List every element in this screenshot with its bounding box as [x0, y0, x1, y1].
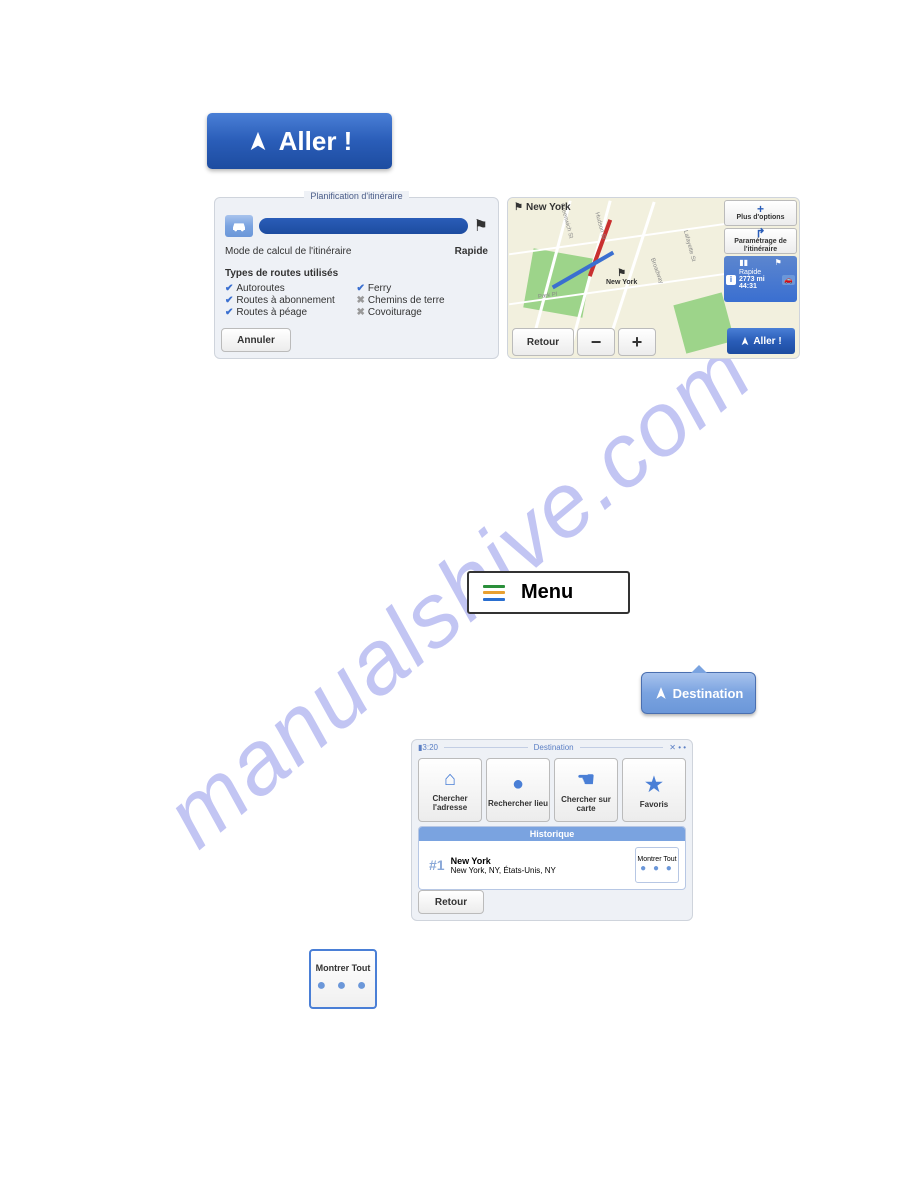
zoom-out-button[interactable]: −: [577, 328, 615, 356]
city-label: New York: [514, 202, 571, 213]
info-icon: i: [726, 275, 736, 285]
star-icon: ★: [645, 772, 663, 797]
history-box: Historique #1 New YorkNew York, NY, État…: [418, 826, 686, 890]
progress-bar: [259, 218, 468, 234]
traffic-icon: ▮▮: [739, 258, 748, 267]
destination-button[interactable]: Destination: [641, 672, 756, 714]
go-button-large[interactable]: Aller !: [207, 113, 392, 169]
zoom-in-button[interactable]: +: [618, 328, 656, 356]
menu-label: Menu: [521, 581, 573, 604]
hand-icon: ☚: [577, 767, 595, 792]
car-icon: 🚗: [782, 275, 795, 285]
search-address-tile[interactable]: ⌂Chercher l'adresse: [418, 758, 482, 822]
route-settings-button[interactable]: ↱Paramétrage de l'itinéraire: [724, 228, 797, 254]
disabled-icon: ✖: [357, 307, 365, 318]
dots-icon: ● ● ●: [317, 977, 370, 995]
history-rank: #1: [429, 857, 445, 873]
show-all-small-button[interactable]: Montrer Tout● ● ●: [635, 847, 679, 883]
check-icon: ✔: [357, 283, 365, 294]
show-all-button[interactable]: Montrer Tout ● ● ●: [309, 949, 377, 1009]
panel-title: Destination: [534, 743, 574, 752]
time-label: 3:20: [422, 743, 438, 752]
search-on-map-tile[interactable]: ☚Chercher sur carte: [554, 758, 618, 822]
navigation-arrow-icon: [740, 336, 750, 346]
destination-label: Destination: [673, 686, 744, 701]
check-icon: ✔: [225, 283, 233, 294]
road-types-col2: ✔Ferry ✖Chemins de terre ✖Covoiturage: [357, 282, 489, 319]
history-heading: Historique: [419, 827, 685, 841]
home-icon: ⌂: [444, 768, 456, 791]
mode-label: Mode de calcul de l'itinéraire: [225, 246, 351, 257]
check-icon: ✔: [225, 295, 233, 306]
pin-icon: ●: [512, 773, 524, 796]
flag-icon: ⚑: [775, 258, 782, 267]
navigation-arrow-icon: [247, 130, 269, 152]
road-types-col1: ✔Autoroutes ✔Routes à abonnement ✔Routes…: [225, 282, 357, 319]
back-button[interactable]: Retour: [512, 328, 574, 356]
go-button[interactable]: Aller !: [727, 328, 795, 354]
road-types-heading: Types de routes utilisés: [225, 268, 488, 279]
dots-icon: ● ● ●: [640, 863, 674, 874]
destination-pin: New York: [606, 268, 637, 286]
plus-icon: +: [757, 204, 764, 214]
disabled-icon: ✖: [357, 295, 365, 306]
favorites-tile[interactable]: ★Favoris: [622, 758, 686, 822]
back-button[interactable]: Retour: [418, 890, 484, 914]
route-info-box: ▮▮⚑ i Rapide 2773 mi 44:31 🚗: [724, 256, 797, 302]
check-icon: ✔: [225, 307, 233, 318]
more-options-button[interactable]: +Plus d'options: [724, 200, 797, 226]
navigation-arrow-icon: [654, 686, 668, 700]
cancel-button[interactable]: Annuler: [221, 328, 291, 352]
search-place-tile[interactable]: ●Rechercher lieu: [486, 758, 550, 822]
mode-value: Rapide: [455, 246, 488, 257]
map-preview-panel: Greenwich St Hudson St Broadway Lafayett…: [507, 197, 800, 359]
history-item[interactable]: #1 New YorkNew York, NY, États-Unis, NY …: [419, 841, 685, 889]
destination-panel: ▮ 3:20 Destination ✕ • • ⌂Chercher l'adr…: [411, 739, 693, 921]
route-arrow-icon: ↱: [755, 228, 765, 238]
route-planning-panel: Planification d'itinéraire ⚑ Mode de cal…: [214, 197, 499, 359]
checkered-flag-icon: ⚑: [474, 216, 488, 236]
hamburger-icon: [483, 585, 505, 601]
show-all-label: Montrer Tout: [316, 963, 371, 973]
panel-title: Planification d'itinéraire: [215, 191, 498, 202]
gps-icon: ✕ • •: [669, 743, 686, 752]
menu-button[interactable]: Menu: [467, 571, 630, 614]
car-icon: [225, 215, 253, 237]
go-button-label: Aller !: [279, 126, 353, 157]
